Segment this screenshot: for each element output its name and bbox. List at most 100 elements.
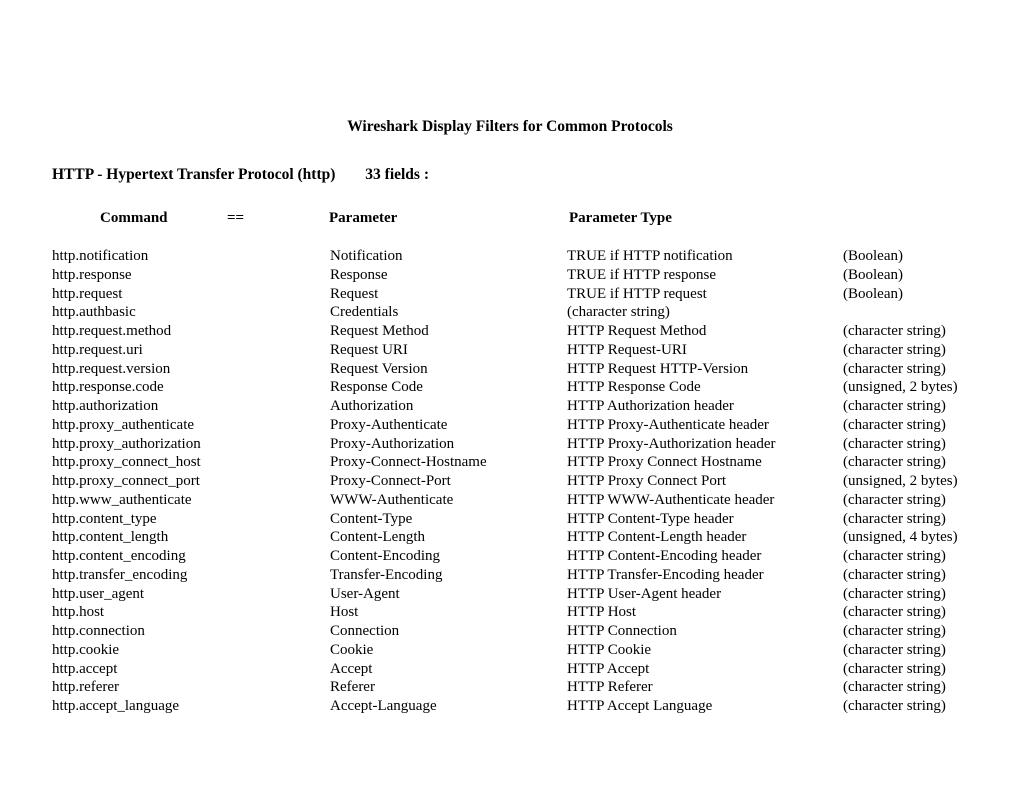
cell-type: (character string) — [843, 603, 968, 622]
cell-command: http.proxy_connect_port — [52, 472, 330, 491]
cell-description: HTTP Request Method — [567, 322, 843, 341]
cell-command: http.proxy_authorization — [52, 435, 330, 454]
cell-command: http.cookie — [52, 641, 330, 660]
cell-description: TRUE if HTTP response — [567, 266, 843, 285]
cell-description: HTTP Cookie — [567, 641, 843, 660]
cell-type: (character string) — [843, 341, 968, 360]
cell-description: HTTP Content-Encoding header — [567, 547, 843, 566]
fields-count-label: 33 fields : — [365, 166, 429, 183]
cell-type: (character string) — [843, 585, 968, 604]
cell-command: http.request.uri — [52, 341, 330, 360]
cell-command: http.host — [52, 603, 330, 622]
table-row: http.proxy_connect_portProxy-Connect-Por… — [52, 472, 968, 491]
cell-parameter: Notification — [330, 247, 567, 266]
cell-parameter: Proxy-Authenticate — [330, 416, 567, 435]
table-row: http.user_agentUser-AgentHTTP User-Agent… — [52, 585, 968, 604]
table-row: http.authbasicCredentials(character stri… — [52, 303, 968, 322]
cell-description: HTTP User-Agent header — [567, 585, 843, 604]
cell-type: (character string) — [843, 641, 968, 660]
cell-command: http.proxy_connect_host — [52, 453, 330, 472]
cell-command: http.response.code — [52, 378, 330, 397]
cell-description: HTTP Proxy-Authenticate header — [567, 416, 843, 435]
table-row: http.request.methodRequest MethodHTTP Re… — [52, 322, 968, 341]
cell-command: http.proxy_authenticate — [52, 416, 330, 435]
table-row: http.request.versionRequest VersionHTTP … — [52, 360, 968, 379]
cell-parameter: Connection — [330, 622, 567, 641]
cell-type: (character string) — [843, 322, 968, 341]
cell-command: http.content_length — [52, 528, 330, 547]
cell-parameter: Request Version — [330, 360, 567, 379]
table-row: http.accept_languageAccept-LanguageHTTP … — [52, 697, 968, 716]
document-title: Wireshark Display Filters for Common Pro… — [52, 118, 968, 136]
cell-type: (character string) — [843, 660, 968, 679]
cell-parameter: Host — [330, 603, 567, 622]
table-row: http.proxy_authenticateProxy-Authenticat… — [52, 416, 968, 435]
cell-type: (character string) — [843, 678, 968, 697]
cell-command: http.request.method — [52, 322, 330, 341]
cell-parameter: Cookie — [330, 641, 567, 660]
cell-parameter: Content-Type — [330, 510, 567, 529]
header-eq: == — [227, 210, 329, 227]
cell-command: http.referer — [52, 678, 330, 697]
cell-description: (character string) — [567, 303, 843, 322]
cell-description: TRUE if HTTP request — [567, 285, 843, 304]
cell-parameter: Authorization — [330, 397, 567, 416]
cell-description: HTTP Accept — [567, 660, 843, 679]
header-parameter-type: Parameter Type — [569, 210, 968, 227]
table-row: http.proxy_connect_hostProxy-Connect-Hos… — [52, 453, 968, 472]
cell-description: HTTP Accept Language — [567, 697, 843, 716]
cell-command: http.connection — [52, 622, 330, 641]
cell-parameter: User-Agent — [330, 585, 567, 604]
cell-command: http.request.version — [52, 360, 330, 379]
cell-type: (character string) — [843, 510, 968, 529]
header-command: Command — [52, 210, 227, 227]
table-row: http.content_encodingContent-EncodingHTT… — [52, 547, 968, 566]
cell-description: HTTP WWW-Authenticate header — [567, 491, 843, 510]
cell-parameter: Accept-Language — [330, 697, 567, 716]
table-row: http.authorizationAuthorizationHTTP Auth… — [52, 397, 968, 416]
cell-description: HTTP Content-Length header — [567, 528, 843, 547]
cell-parameter: Proxy-Authorization — [330, 435, 567, 454]
cell-command: http.authorization — [52, 397, 330, 416]
cell-description: HTTP Referer — [567, 678, 843, 697]
cell-description: HTTP Authorization header — [567, 397, 843, 416]
cell-type: (unsigned, 4 bytes) — [843, 528, 968, 547]
cell-command: http.authbasic — [52, 303, 330, 322]
cell-parameter: Request URI — [330, 341, 567, 360]
cell-parameter: Response Code — [330, 378, 567, 397]
cell-command: http.response — [52, 266, 330, 285]
cell-parameter: Accept — [330, 660, 567, 679]
cell-parameter: WWW-Authenticate — [330, 491, 567, 510]
cell-parameter: Content-Length — [330, 528, 567, 547]
cell-type: (character string) — [843, 566, 968, 585]
cell-command: http.user_agent — [52, 585, 330, 604]
cell-description: HTTP Response Code — [567, 378, 843, 397]
table-row: http.connectionConnectionHTTP Connection… — [52, 622, 968, 641]
cell-parameter: Request — [330, 285, 567, 304]
table-row: http.refererRefererHTTP Referer(characte… — [52, 678, 968, 697]
table-row: http.content_lengthContent-LengthHTTP Co… — [52, 528, 968, 547]
cell-parameter: Proxy-Connect-Port — [330, 472, 567, 491]
cell-type: (character string) — [843, 416, 968, 435]
cell-parameter: Request Method — [330, 322, 567, 341]
table-header-row: Command == Parameter Parameter Type — [52, 210, 968, 227]
cell-description: HTTP Host — [567, 603, 843, 622]
cell-command: http.accept — [52, 660, 330, 679]
table-row: http.www_authenticateWWW-AuthenticateHTT… — [52, 491, 968, 510]
cell-description: HTTP Connection — [567, 622, 843, 641]
cell-description: HTTP Proxy Connect Port — [567, 472, 843, 491]
table-row: http.notificationNotificationTRUE if HTT… — [52, 247, 968, 266]
cell-description: HTTP Proxy Connect Hostname — [567, 453, 843, 472]
table-row: http.cookieCookieHTTP Cookie(character s… — [52, 641, 968, 660]
cell-type: (Boolean) — [843, 266, 968, 285]
table-row: http.proxy_authorizationProxy-Authorizat… — [52, 435, 968, 454]
section-title: HTTP - Hypertext Transfer Protocol (http… — [52, 166, 968, 184]
cell-parameter: Credentials — [330, 303, 567, 322]
cell-type: (Boolean) — [843, 285, 968, 304]
cell-parameter: Content-Encoding — [330, 547, 567, 566]
cell-parameter: Proxy-Connect-Hostname — [330, 453, 567, 472]
cell-type: (unsigned, 2 bytes) — [843, 378, 968, 397]
cell-type: (unsigned, 2 bytes) — [843, 472, 968, 491]
cell-type: (character string) — [843, 697, 968, 716]
cell-parameter: Transfer-Encoding — [330, 566, 567, 585]
